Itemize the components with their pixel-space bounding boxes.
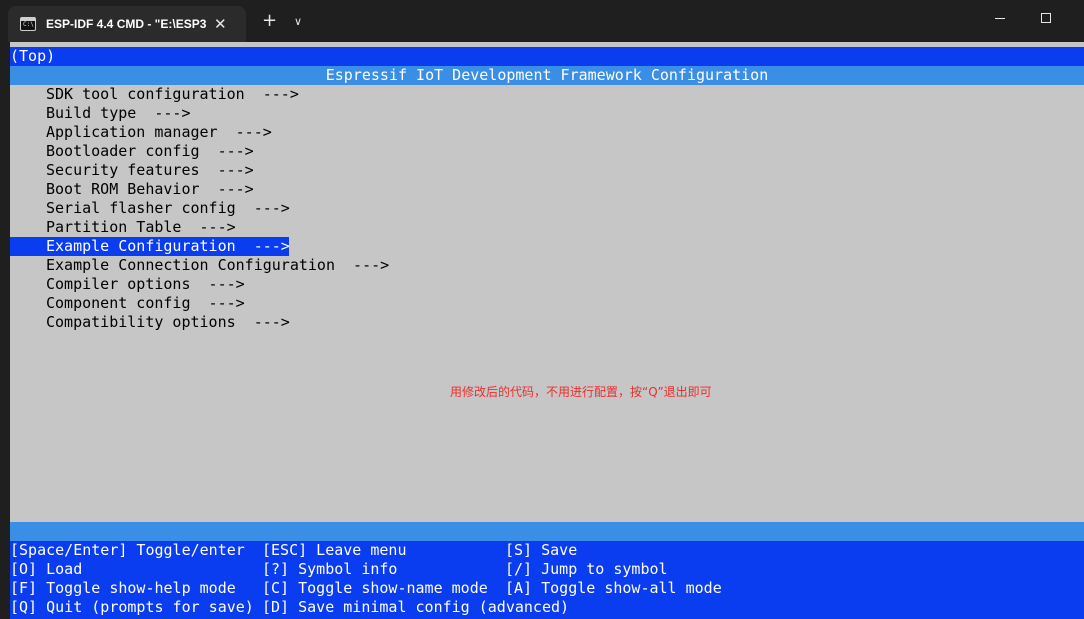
help-toggle-show-all: [A] Toggle show-all mode (505, 579, 722, 597)
terminal-tab[interactable]: C:\ ESP-IDF 4.4 CMD - "E:\ESP32_S ✕ (8, 6, 246, 42)
window-titlebar: C:\ ESP-IDF 4.4 CMD - "E:\ESP32_S ✕ + ∨ (0, 0, 1084, 42)
terminal-area[interactable]: (Top) Espressif IoT Development Framewor… (10, 42, 1084, 619)
menu-item-sdk-tool-configuration[interactable]: SDK tool configuration ---> (46, 85, 299, 104)
command-prompt-icon: C:\ (20, 17, 36, 31)
close-tab-icon[interactable]: ✕ (214, 15, 227, 33)
breadcrumb-top: (Top) (10, 47, 1084, 66)
menu-item-compatibility-options[interactable]: Compatibility options ---> (46, 313, 290, 332)
help-bar: [Space/Enter] Toggle/enter [O] Load [F] … (10, 541, 1084, 619)
menu-item-component-config[interactable]: Component config ---> (46, 294, 245, 313)
help-toggle-show-help: [F] Toggle show-help mode (10, 579, 236, 597)
menu-item-security-features[interactable]: Security features ---> (46, 161, 254, 180)
maximize-icon[interactable] (1041, 13, 1051, 23)
help-save-minimal-config: [D] Save minimal config (advanced) (262, 598, 570, 616)
menu-item-example-connection-configuration[interactable]: Example Connection Configuration ---> (46, 256, 389, 275)
menu-item-bootloader-config[interactable]: Bootloader config ---> (46, 142, 254, 161)
help-load: [O] Load (10, 560, 83, 578)
help-symbol-info: [?] Symbol info (262, 560, 398, 578)
help-toggle-enter: [Space/Enter] Toggle/enter (10, 541, 245, 559)
menu-item-build-type[interactable]: Build type ---> (46, 104, 191, 123)
menu-item-partition-table[interactable]: Partition Table ---> (46, 218, 236, 237)
help-quit: [Q] Quit (prompts for save) (10, 598, 254, 616)
help-jump-to-symbol: [/] Jump to symbol (505, 560, 668, 578)
menu-item-example-configuration[interactable]: Example Configuration ---> (10, 237, 290, 256)
bottom-separator-bar (10, 522, 1084, 541)
tab-title: ESP-IDF 4.4 CMD - "E:\ESP32_S (46, 17, 206, 31)
help-save: [S] Save (505, 541, 578, 559)
menu-item-serial-flasher-config[interactable]: Serial flasher config ---> (46, 199, 290, 218)
annotation-note: 用修改后的代码，不用进行配置，按“Q”退出即可 (450, 385, 712, 399)
menuconfig-title: Espressif IoT Development Framework Conf… (10, 66, 1084, 85)
help-toggle-show-name: [C] Toggle show-name mode (262, 579, 488, 597)
chevron-down-icon[interactable]: ∨ (294, 12, 302, 32)
minimize-icon[interactable] (995, 18, 1005, 19)
new-tab-plus-icon[interactable]: + (262, 11, 277, 31)
help-leave-menu: [ESC] Leave menu (262, 541, 407, 559)
menu-item-application-manager[interactable]: Application manager ---> (46, 123, 272, 142)
menu-item-compiler-options[interactable]: Compiler options ---> (46, 275, 245, 294)
menu-item-boot-rom-behavior[interactable]: Boot ROM Behavior ---> (46, 180, 254, 199)
